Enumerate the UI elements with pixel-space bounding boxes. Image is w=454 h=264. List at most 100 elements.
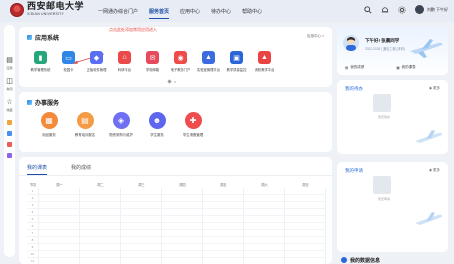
schedule-cell[interactable]: [285, 216, 326, 223]
nav-app-center[interactable]: 应用中心: [180, 0, 200, 22]
schedule-cell[interactable]: [39, 230, 80, 237]
schedule-cell[interactable]: [121, 195, 162, 202]
schedule-cell[interactable]: [162, 244, 203, 251]
schedule-cell[interactable]: [121, 223, 162, 230]
shortcut-red-icon[interactable]: [7, 142, 12, 147]
bell-icon[interactable]: [381, 6, 389, 14]
schedule-cell[interactable]: [80, 251, 121, 258]
schedule-cell[interactable]: [162, 195, 203, 202]
service-training[interactable]: ▤ 教育培训报名: [72, 112, 98, 137]
schedule-cell[interactable]: [203, 251, 244, 258]
schedule-cell[interactable]: [285, 195, 326, 202]
my-schedule-link[interactable]: ▦ 我的课表: [396, 65, 415, 70]
schedule-cell[interactable]: [244, 188, 285, 195]
app-teaching-management[interactable]: ▮ 教学管理系统: [29, 51, 52, 72]
settings-icon[interactable]: [398, 5, 406, 14]
schedule-cell[interactable]: [203, 258, 244, 264]
app-lab-management[interactable]: ▲ 实验室管理平台: [197, 51, 220, 72]
schedule-cell[interactable]: [285, 251, 326, 258]
schedule-cell[interactable]: [39, 223, 80, 230]
service-supplies[interactable]: ▦ 用品服务: [36, 112, 62, 137]
schedule-cell[interactable]: [39, 258, 80, 264]
schedule-cell[interactable]: [80, 230, 121, 237]
schedule-cell[interactable]: [121, 258, 162, 264]
schedule-cell[interactable]: [162, 216, 203, 223]
schedule-cell[interactable]: [244, 202, 285, 209]
schedule-cell[interactable]: [203, 188, 244, 195]
schedule-cell[interactable]: [162, 251, 203, 258]
schedule-cell[interactable]: [80, 195, 121, 202]
schedule-cell[interactable]: [244, 237, 285, 244]
university-logo[interactable]: 西安邮电大学 XIDIAN UNIVERSITY: [10, 3, 84, 17]
rail-item-news[interactable]: ◫ 新闻: [4, 78, 15, 91]
schedule-cell[interactable]: [39, 251, 80, 258]
schedule-cell[interactable]: [121, 230, 162, 237]
schedule-cell[interactable]: [285, 244, 326, 251]
service-procurement[interactable]: ◈ 物资采购与维护: [108, 112, 134, 137]
schedule-cell[interactable]: [244, 244, 285, 251]
schedule-cell[interactable]: [39, 202, 80, 209]
schedule-cell[interactable]: [121, 251, 162, 258]
schedule-cell[interactable]: [162, 223, 203, 230]
schedule-cell[interactable]: [80, 244, 121, 251]
schedule-cell[interactable]: [244, 251, 285, 258]
schedule-cell[interactable]: [121, 244, 162, 251]
shortcut-orange-icon[interactable]: [7, 120, 12, 125]
schedule-cell[interactable]: [244, 223, 285, 230]
carousel-indicator[interactable]: [167, 79, 176, 84]
app-school-mail[interactable]: ✉ 学校邮箱: [141, 51, 164, 72]
schedule-cell[interactable]: [80, 216, 121, 223]
app-center-link[interactable]: 应用中心 >: [307, 34, 324, 39]
rail-item-apps[interactable]: ▤ 应用: [4, 57, 15, 70]
nav-portal[interactable]: 一网通办综合门户: [98, 0, 138, 22]
schedule-cell[interactable]: [285, 223, 326, 230]
schedule-cell[interactable]: [244, 230, 285, 237]
schedule-cell[interactable]: [162, 188, 203, 195]
schedule-cell[interactable]: [244, 209, 285, 216]
schedule-cell[interactable]: [285, 209, 326, 216]
schedule-cell[interactable]: [39, 195, 80, 202]
schedule-cell[interactable]: [285, 258, 326, 264]
tab-my-grades[interactable]: 我的成绩: [71, 164, 91, 175]
schedule-cell[interactable]: [162, 237, 203, 244]
user-menu[interactable]: 刘鹏 下午好: [414, 5, 448, 14]
schedule-cell[interactable]: [39, 216, 80, 223]
app-software-management[interactable]: ◆ 正版软件管理: [85, 51, 108, 72]
schedule-cell[interactable]: [162, 230, 203, 237]
app-campus-card[interactable]: ▭ 校园卡: [57, 51, 80, 72]
schedule-cell[interactable]: [80, 202, 121, 209]
tab-my-schedule[interactable]: 我的课表: [27, 164, 48, 175]
schedule-cell[interactable]: [80, 209, 121, 216]
schedule-cell[interactable]: [121, 209, 162, 216]
app-edu-portal[interactable]: ◉ 电子教务门户: [169, 51, 192, 72]
schedule-cell[interactable]: [203, 237, 244, 244]
shortcut-blue-icon[interactable]: [7, 131, 12, 136]
schedule-cell[interactable]: [203, 209, 244, 216]
schedule-cell[interactable]: [203, 230, 244, 237]
schedule-cell[interactable]: [203, 216, 244, 223]
schedule-cell[interactable]: [285, 188, 326, 195]
nav-help-center[interactable]: 帮助中心: [242, 0, 262, 22]
schedule-cell[interactable]: [121, 237, 162, 244]
schedule-cell[interactable]: [80, 188, 121, 195]
schedule-cell[interactable]: [39, 237, 80, 244]
todo-more-link[interactable]: ◉ 更多: [429, 86, 440, 91]
schedule-cell[interactable]: [285, 237, 326, 244]
schedule-cell[interactable]: [203, 223, 244, 230]
avatar[interactable]: [343, 35, 359, 51]
schedule-cell[interactable]: [203, 202, 244, 209]
app-research-platform[interactable]: ⌂ 科研平台: [113, 51, 136, 72]
schedule-cell[interactable]: [162, 209, 203, 216]
schedule-cell[interactable]: [39, 209, 80, 216]
schedule-cell[interactable]: [285, 230, 326, 237]
schedule-cell[interactable]: [244, 258, 285, 264]
nav-home[interactable]: 服务首页: [149, 0, 170, 22]
shortcut-purple-icon[interactable]: [7, 153, 12, 158]
search-icon[interactable]: [364, 5, 372, 14]
schedule-cell[interactable]: [121, 188, 162, 195]
app-quality-monitor[interactable]: ▣ 教学质量监控: [225, 51, 248, 72]
schedule-cell[interactable]: [162, 258, 203, 264]
schedule-cell[interactable]: [162, 202, 203, 209]
schedule-cell[interactable]: [121, 216, 162, 223]
schedule-cell[interactable]: [39, 244, 80, 251]
